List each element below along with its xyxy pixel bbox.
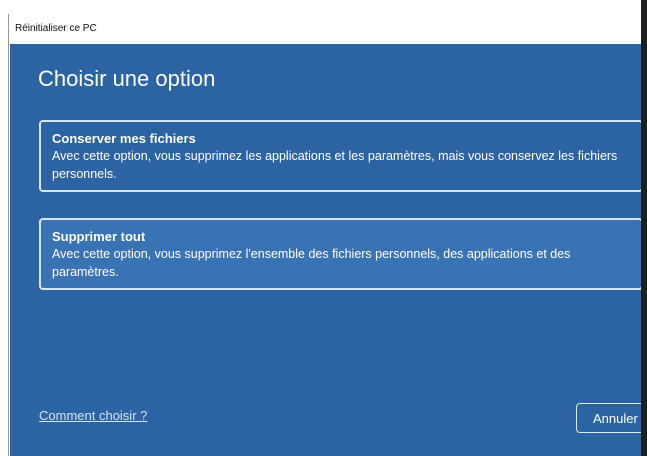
cancel-button[interactable]: Annuler (576, 403, 647, 433)
remove-everything-option[interactable]: Supprimer tout Avec cette option, vous s… (39, 218, 643, 290)
remove-everything-description: Avec cette option, vous supprimez l'ense… (52, 247, 571, 279)
keep-files-title: Conserver mes fichiers (52, 131, 196, 146)
window-title: Réinitialiser ce PC (9, 14, 647, 44)
reset-pc-window: Réinitialiser ce PC Choisir une option C… (8, 14, 647, 456)
remove-everything-title: Supprimer tout (52, 229, 146, 244)
help-link[interactable]: Comment choisir ? (39, 408, 147, 423)
page-title: Choisir une option (38, 66, 216, 91)
keep-files-description: Avec cette option, vous supprimez les ap… (52, 149, 618, 181)
keep-files-option[interactable]: Conserver mes fichiers Avec cette option… (39, 120, 643, 192)
options-panel: Choisir une option Conserver mes fichier… (10, 44, 647, 456)
screen-edge (641, 0, 647, 456)
